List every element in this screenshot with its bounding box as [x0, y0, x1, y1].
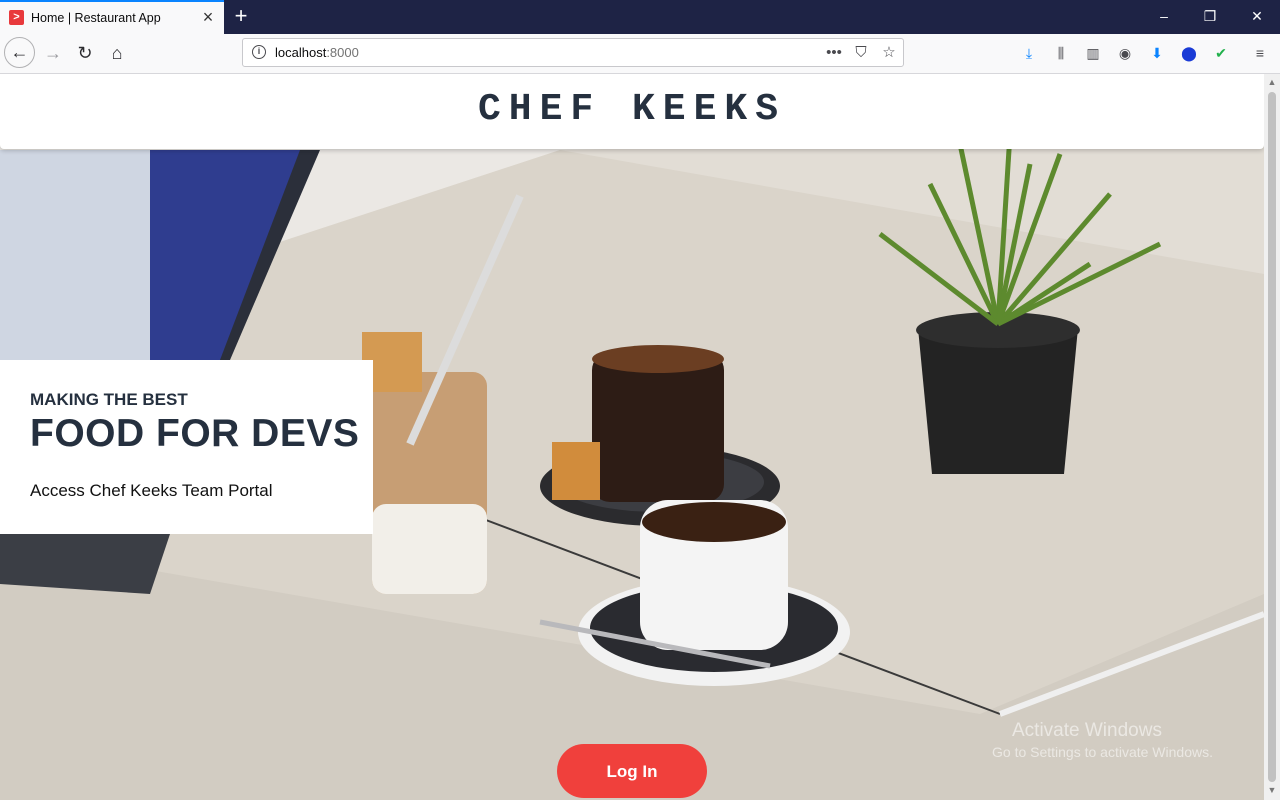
- download-icon[interactable]: ⤓: [1019, 43, 1039, 63]
- scroll-up-icon[interactable]: ▲: [1264, 74, 1280, 90]
- site-header: CHEF KEEKS: [0, 74, 1264, 149]
- scrollbar-thumb[interactable]: [1268, 92, 1276, 782]
- more-icon[interactable]: •••: [823, 42, 845, 64]
- bookmark-star-icon[interactable]: ☆: [878, 42, 900, 64]
- extension-green-check-icon[interactable]: ✔: [1211, 43, 1231, 63]
- hero-heading: FOOD FOR DEVS: [30, 412, 360, 455]
- vertical-scrollbar[interactable]: ▲ ▼: [1264, 74, 1280, 800]
- hero-subtitle: Access Chef Keeks Team Portal: [30, 481, 273, 500]
- back-arrow-icon[interactable]: ←: [4, 37, 35, 68]
- url-port: :8000: [326, 45, 359, 60]
- tab-title: Home | Restaurant App: [31, 11, 161, 25]
- browser-tab[interactable]: > Home | Restaurant App ×: [0, 0, 224, 34]
- sidebar-icon[interactable]: ▥: [1083, 43, 1103, 63]
- browser-tab-bar: > Home | Restaurant App × + – ❐ ✕: [0, 0, 1280, 34]
- close-tab-icon[interactable]: ×: [199, 7, 217, 27]
- minimize-window-button[interactable]: –: [1141, 0, 1187, 32]
- browser-toolbar: ← → ↻ ⌂ i localhost:8000 ••• ⛉ ☆ ⤓ ⫼ ▥ ◉…: [0, 34, 1280, 74]
- login-button[interactable]: Log In: [557, 744, 707, 798]
- new-tab-icon[interactable]: +: [229, 3, 253, 29]
- url-host: localhost: [275, 45, 327, 60]
- close-window-button[interactable]: ✕: [1234, 0, 1280, 32]
- page-viewport: CHEF KEEKS MAKING THE BEST FOOD FOR DEVS…: [0, 74, 1264, 800]
- activate-windows-title: Activate Windows: [1012, 720, 1162, 741]
- pocket-icon[interactable]: ⛉: [850, 42, 872, 64]
- info-icon[interactable]: i: [252, 45, 266, 59]
- scroll-down-icon[interactable]: ▼: [1264, 782, 1280, 798]
- home-icon[interactable]: ⌂: [102, 38, 132, 68]
- hero-kicker: MAKING THE BEST: [30, 390, 188, 409]
- url-text[interactable]: localhost:8000: [275, 45, 359, 60]
- reload-icon[interactable]: ↻: [70, 38, 100, 68]
- restore-window-button[interactable]: ❐: [1187, 0, 1233, 32]
- forward-arrow-icon[interactable]: →: [38, 38, 68, 68]
- account-icon[interactable]: ◉: [1115, 43, 1135, 63]
- menu-icon[interactable]: ≡: [1250, 43, 1270, 63]
- extension-download-icon[interactable]: ⬇: [1147, 43, 1167, 63]
- favicon-icon: >: [9, 10, 24, 25]
- hero-card: MAKING THE BEST FOOD FOR DEVS Access Che…: [0, 360, 373, 534]
- site-title[interactable]: CHEF KEEKS: [0, 88, 1264, 131]
- activate-windows-subtitle: Go to Settings to activate Windows.: [992, 744, 1213, 760]
- extension-blue-icon[interactable]: ⬤: [1179, 43, 1199, 63]
- library-icon[interactable]: ⫼: [1051, 43, 1071, 63]
- url-bar[interactable]: i localhost:8000 ••• ⛉ ☆: [242, 38, 904, 67]
